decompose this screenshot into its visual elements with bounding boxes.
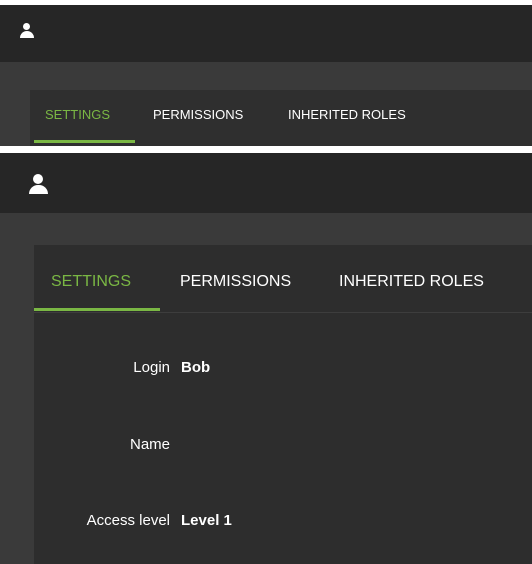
user-icon bbox=[29, 174, 49, 194]
tab-inherited-roles[interactable]: INHERITED ROLES bbox=[339, 272, 484, 292]
active-tab-indicator bbox=[34, 140, 135, 143]
login-value: Bob bbox=[181, 359, 211, 376]
tab-settings[interactable]: SETTINGS bbox=[51, 272, 131, 292]
screenshot-divider bbox=[0, 146, 532, 153]
active-tab-indicator bbox=[34, 308, 160, 311]
user-panel-expanded: SETTINGS PERMISSIONS INHERITED ROLES Log… bbox=[0, 153, 532, 564]
access-level-label: Access level bbox=[86, 512, 170, 529]
user-icon-head bbox=[23, 23, 30, 30]
user-panel-compact: SETTINGS PERMISSIONS INHERITED ROLES bbox=[0, 0, 532, 146]
title-bar bbox=[0, 5, 532, 62]
tab-inherited-roles[interactable]: INHERITED ROLES bbox=[288, 107, 406, 123]
login-label: Login bbox=[133, 359, 170, 376]
tab-settings[interactable]: SETTINGS bbox=[45, 107, 110, 123]
user-icon-body bbox=[20, 31, 34, 38]
user-icon-head bbox=[33, 174, 43, 184]
user-icon-body bbox=[29, 185, 48, 194]
access-level-value: Level 1 bbox=[181, 512, 232, 529]
name-label: Name bbox=[129, 436, 170, 453]
user-icon bbox=[20, 23, 34, 39]
tab-bar-divider bbox=[34, 312, 532, 313]
tab-permissions[interactable]: PERMISSIONS bbox=[180, 272, 291, 292]
tab-permissions[interactable]: PERMISSIONS bbox=[153, 107, 243, 123]
title-bar bbox=[0, 153, 532, 213]
